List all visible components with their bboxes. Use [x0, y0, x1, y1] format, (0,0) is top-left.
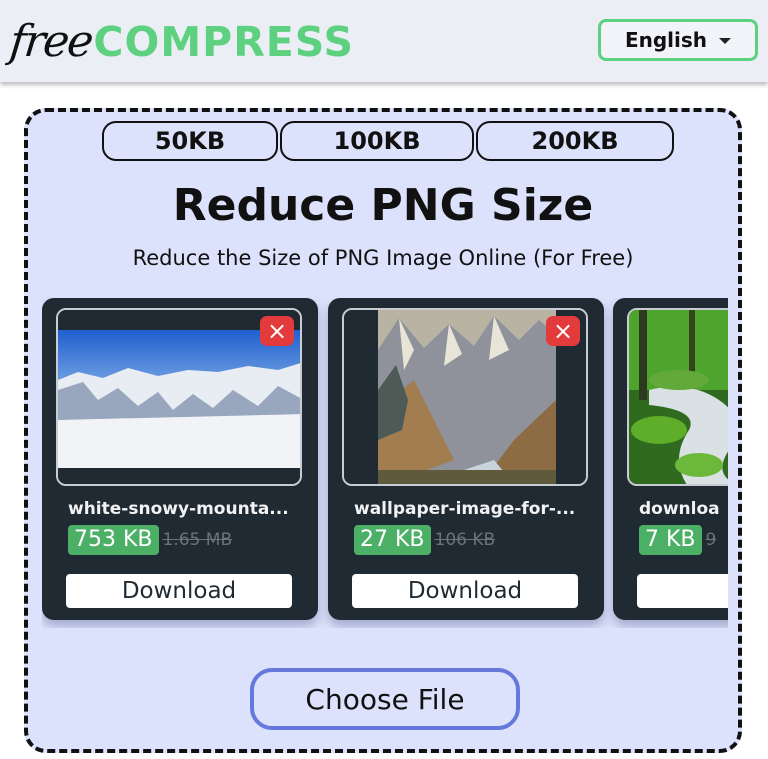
file-cards[interactable]: × white-snowy-mounta... 753 KB 1.65 MB D… [42, 298, 728, 628]
preset-200kb-button[interactable]: 200KB [476, 121, 674, 161]
upload-panel[interactable]: 50KB 100KB 200KB Reduce PNG Size Reduce … [24, 108, 742, 753]
original-size: 106 KB [434, 530, 496, 550]
logo-free-text: free [7, 16, 95, 67]
file-card: × white-snowy-mounta... 753 KB 1.65 MB D… [42, 298, 318, 620]
site-header: free COMPRESS English [0, 0, 768, 82]
language-select[interactable]: English [598, 19, 758, 61]
thumbnail [627, 308, 728, 486]
logo-compress-text: COMPRESS [93, 18, 354, 66]
download-button[interactable]: Dov [637, 574, 728, 608]
file-name: white-snowy-mounta... [68, 499, 289, 519]
size-info: 753 KB 1.65 MB [68, 525, 232, 555]
language-label: English [624, 28, 708, 52]
size-presets: 50KB 100KB 200KB [102, 121, 674, 161]
caret-down-icon [719, 38, 732, 44]
file-name: downloa [639, 499, 720, 519]
compressed-size: 753 KB [68, 525, 159, 555]
choose-file-button[interactable]: Choose File [250, 668, 520, 730]
size-info: 7 KB 9 [639, 525, 716, 555]
remove-file-button[interactable]: × [260, 316, 294, 346]
original-size: 9 [705, 530, 717, 550]
thumbnail: × [56, 308, 302, 486]
page-title: Reduce PNG Size [172, 180, 594, 231]
thumbnail: × [342, 308, 588, 486]
download-button[interactable]: Download [352, 574, 578, 608]
forest-stream-image [629, 310, 728, 484]
compressed-size: 7 KB [639, 525, 702, 555]
original-size: 1.65 MB [162, 530, 233, 550]
file-card: × wallpaper-image-for-... 27 KB 106 KB D… [328, 298, 604, 620]
file-card: downloa 7 KB 9 Dov [613, 298, 728, 620]
preset-100kb-button[interactable]: 100KB [280, 121, 474, 161]
size-info: 27 KB 106 KB [354, 525, 495, 555]
preset-50kb-button[interactable]: 50KB [102, 121, 278, 161]
page-subtitle: Reduce the Size of PNG Image Online (For… [132, 246, 634, 270]
compressed-size: 27 KB [354, 525, 431, 555]
remove-file-button[interactable]: × [546, 316, 580, 346]
download-button[interactable]: Download [66, 574, 292, 608]
file-name: wallpaper-image-for-... [354, 499, 576, 519]
logo[interactable]: free COMPRESS [7, 8, 354, 70]
